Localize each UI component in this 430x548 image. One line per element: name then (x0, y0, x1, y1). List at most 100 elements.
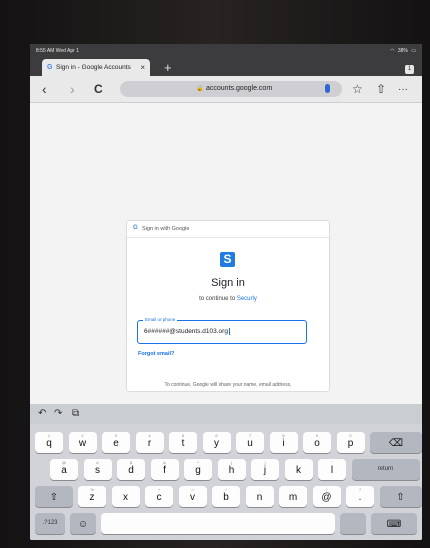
redo-icon[interactable]: ↷ (54, 408, 62, 419)
page-title: Sign in (211, 277, 245, 289)
key-label: f (163, 465, 166, 476)
key-label: c (156, 492, 162, 503)
key-g[interactable]: * g (184, 459, 212, 480)
reload-button[interactable]: C (94, 82, 103, 96)
key-d[interactable]: $ d (117, 459, 145, 480)
key-o[interactable]: 9o (303, 432, 331, 453)
status-time: 8:55 AM Wed Apr 1 (36, 48, 79, 54)
forward-button[interactable]: › (70, 81, 75, 97)
key-label: n (256, 492, 263, 503)
key-label: h (228, 465, 235, 476)
key-e[interactable]: 3e (102, 432, 130, 453)
shift-right-key-icon[interactable]: ⇧ (379, 486, 422, 507)
key-label: v (190, 492, 195, 503)
key-label: y (214, 438, 219, 449)
emoji-key-icon[interactable]: ☺ (70, 513, 96, 534)
tab-google-signin[interactable]: G Sign in - Google Accounts × (42, 59, 150, 76)
forgot-email-link[interactable]: Forgot email? (138, 351, 174, 357)
close-tab-icon[interactable]: × (140, 63, 145, 72)
key-f[interactable]: & f (150, 459, 179, 480)
browser-toolbar: ‹ › C 🔒 accounts.google.com ☆ ⇧ ··· (30, 76, 422, 103)
google-logo-icon: G (133, 225, 138, 231)
key-label: m (288, 492, 298, 503)
key-x[interactable]: -x (111, 486, 140, 507)
key-q[interactable]: 1q (35, 432, 63, 453)
key-c[interactable]: + c (145, 486, 173, 507)
key-h[interactable]: (h (217, 459, 246, 480)
sign-in-with-google-text: Sign in with Google (142, 226, 190, 232)
status-bar: 8:55 AM Wed Apr 1 ◠ 38% ▭ (30, 44, 422, 56)
key-label: return (377, 466, 394, 472)
subtitle-prefix: to continue to (199, 296, 237, 302)
address-url: accounts.google.com (206, 85, 273, 92)
key-label: s (95, 465, 100, 476)
key-i[interactable]: 8i (269, 432, 298, 453)
key-u[interactable]: 7u (236, 432, 264, 453)
web-page: G Sign in with Google S Sign in to conti… (30, 103, 422, 403)
dictation-key[interactable] (340, 513, 366, 534)
bookmark-star-icon[interactable]: ☆ (352, 82, 363, 96)
key-label: z (89, 492, 95, 503)
undo-icon[interactable]: ↶ (38, 408, 46, 419)
email-field-label: Email or phone (143, 317, 178, 322)
key-m[interactable]: :m (279, 486, 307, 507)
tab-count-button[interactable]: 1 (405, 65, 414, 74)
back-button[interactable]: ‹ (42, 81, 47, 97)
status-right: ◠ 38% ▭ (388, 48, 416, 54)
battery-icon: ▭ (411, 48, 416, 54)
address-bar[interactable]: 🔒 accounts.google.com (120, 81, 342, 97)
key-j[interactable]: ) j (251, 459, 279, 480)
ipad-screen: 8:55 AM Wed Apr 1 ◠ 38% ▭ G Sign in - Go… (30, 44, 422, 540)
paste-icon[interactable]: ⧉ (72, 408, 79, 419)
key-label: l (330, 465, 334, 476)
key-w[interactable]: 2w (68, 432, 97, 453)
key-v[interactable]: = v (178, 486, 207, 507)
key-p[interactable]: 0p (336, 432, 365, 453)
key-r[interactable]: 4r (135, 432, 164, 453)
microphone-icon[interactable] (325, 84, 330, 93)
key-a[interactable]: @ a (50, 459, 78, 480)
privacy-notice: To continue, Google will share your name… (164, 382, 292, 388)
key-label: t (181, 438, 185, 449)
key-label: o (314, 438, 320, 449)
key-s[interactable]: # s (83, 459, 112, 480)
key-t[interactable]: 5t (169, 432, 197, 453)
key-label: q (46, 438, 52, 449)
email-value-text: 6######@students.d103.org (144, 328, 228, 336)
key-n[interactable]: ; n (245, 486, 274, 507)
key-label: j (263, 465, 267, 476)
key-label: ⌫ (388, 438, 404, 449)
ipad-bezel: 8:55 AM Wed Apr 1 ◠ 38% ▭ G Sign in - Go… (0, 0, 430, 548)
securly-logo: S (220, 252, 235, 267)
shift-left-key-icon[interactable]: ⇧ (35, 486, 73, 507)
numbers-key[interactable]: .?123 (35, 513, 65, 534)
key-label: p (347, 438, 354, 449)
email-field-value[interactable]: 6######@students.d103.org (144, 328, 230, 336)
share-icon[interactable]: ⇧ (376, 82, 386, 96)
more-menu-icon[interactable]: ··· (398, 84, 408, 95)
space-bar[interactable] (101, 513, 335, 534)
new-tab-button[interactable]: + (164, 60, 172, 75)
key-@[interactable]: ! @ (312, 486, 341, 507)
key-label: e (113, 438, 119, 449)
key-l[interactable]: " l (318, 459, 346, 480)
key-.[interactable]: ?. (346, 486, 374, 507)
securly-link[interactable]: Securly (237, 296, 257, 302)
backspace-key-icon[interactable]: ⌫ (370, 432, 422, 453)
key-k[interactable]: ' k (284, 459, 313, 480)
email-field[interactable]: Email or phone 6######@students.d103.org (137, 317, 307, 344)
key-z[interactable]: % z (78, 486, 106, 507)
key-label: b (223, 492, 229, 503)
key-b[interactable]: / b (212, 486, 240, 507)
key-label: r (147, 438, 152, 449)
signin-card: G Sign in with Google S Sign in to conti… (126, 220, 330, 392)
key-label: .?123 (42, 520, 58, 526)
onscreen-keyboard: ↶ ↷ ⧉ 1 q 2 w 3 e 4 r 5 t 6 y 7 u 8 i 9 o 0 p ⌫ @ a # s $ d & f * g(h)… (30, 404, 422, 540)
key-label: a (61, 465, 67, 476)
key-label: . (358, 492, 362, 503)
return-key[interactable]: return (351, 459, 420, 480)
key-label: k (296, 465, 301, 476)
hide-keyboard-key-icon[interactable]: ⌨ (371, 513, 417, 534)
key-y[interactable]: 6y (202, 432, 231, 453)
key-label: u (247, 438, 253, 449)
